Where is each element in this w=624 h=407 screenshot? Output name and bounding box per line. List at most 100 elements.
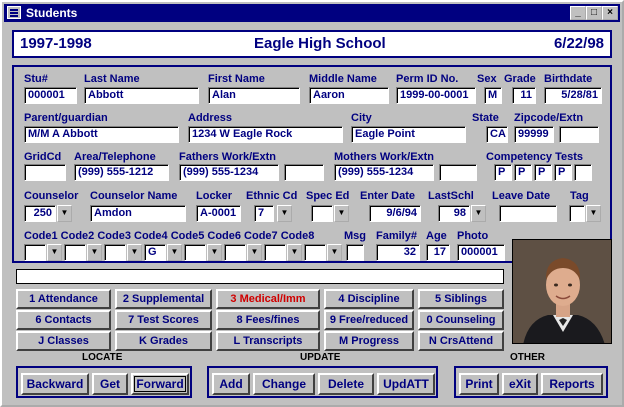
tab-crsattend[interactable]: N CrsAttend — [418, 331, 504, 351]
city-field[interactable]: Eagle Point — [351, 126, 466, 143]
birthdate-field[interactable]: 5/28/81 — [544, 87, 602, 104]
counselor-dropdown[interactable]: ▼ — [57, 205, 72, 222]
code7-field[interactable] — [264, 244, 286, 261]
spec-ed-dropdown[interactable]: ▼ — [334, 205, 349, 222]
get-button[interactable]: Get — [92, 373, 128, 395]
tag-label: Tag — [570, 190, 589, 202]
perm-id-label: Perm ID No. — [396, 73, 459, 85]
competency-test-5[interactable] — [574, 164, 592, 181]
code3-field[interactable] — [104, 244, 126, 261]
tab-grades[interactable]: K Grades — [115, 331, 212, 351]
code1-dropdown[interactable]: ▼ — [47, 244, 62, 261]
stu-num-field[interactable]: 000001 — [24, 87, 77, 104]
code5-dropdown[interactable]: ▼ — [207, 244, 222, 261]
spec-ed-field[interactable] — [311, 205, 333, 222]
zip-ext-field[interactable] — [559, 126, 599, 143]
delete-button[interactable]: Delete — [318, 373, 374, 395]
code2-field[interactable] — [64, 244, 86, 261]
forward-button[interactable]: Forward — [131, 373, 189, 395]
counselor-name-field[interactable]: Amdon — [90, 205, 186, 222]
zip-field[interactable]: 99999 — [514, 126, 554, 143]
address-field[interactable]: 1234 W Eagle Rock — [188, 126, 343, 143]
tab-attendance[interactable]: 1 Attendance — [16, 289, 111, 309]
competency-test-2[interactable]: P — [514, 164, 532, 181]
code6-dropdown[interactable]: ▼ — [247, 244, 262, 261]
tab-free-reduced[interactable]: 9 Free/reduced — [324, 310, 414, 330]
photo-id-field[interactable]: 000001 — [457, 244, 505, 261]
code6-field[interactable] — [224, 244, 246, 261]
mother-work-field[interactable]: (999) 555-1234 — [334, 164, 434, 181]
code3-dropdown[interactable]: ▼ — [127, 244, 142, 261]
tag-field[interactable] — [569, 205, 585, 222]
backward-button[interactable]: Backward — [21, 373, 89, 395]
tab-counseling[interactable]: 0 Counseling — [418, 310, 504, 330]
reports-button[interactable]: Reports — [541, 373, 603, 395]
age-label: Age — [426, 230, 447, 242]
competency-test-1[interactable]: P — [494, 164, 512, 181]
updatt-button[interactable]: UpdATT — [377, 373, 435, 395]
tab-transcripts[interactable]: L Transcripts — [216, 331, 320, 351]
exit-button[interactable]: eXit — [502, 373, 538, 395]
student-photo — [512, 239, 612, 344]
tab-supplemental[interactable]: 2 Supplemental — [115, 289, 212, 309]
lastschl-dropdown[interactable]: ▼ — [471, 205, 486, 222]
lastschl-field[interactable]: 98 — [438, 205, 470, 222]
middle-name-field[interactable]: Aaron — [309, 87, 389, 104]
change-button[interactable]: Change — [253, 373, 315, 395]
school-header: 1997-1998 Eagle High School 6/22/98 — [12, 30, 612, 58]
locate-group: Backward Get Forward — [16, 366, 192, 398]
father-ext-field[interactable] — [284, 164, 324, 181]
last-name-label: Last Name — [84, 73, 140, 85]
tab-contacts[interactable]: 6 Contacts — [16, 310, 111, 330]
grade-field[interactable]: 11 — [512, 87, 536, 104]
parent-label: Parent/guardian — [24, 112, 108, 124]
tab-fees[interactable]: 8 Fees/fines — [216, 310, 320, 330]
father-work-field[interactable]: (999) 555-1234 — [179, 164, 279, 181]
tag-dropdown[interactable]: ▼ — [586, 205, 601, 222]
code1-field[interactable] — [24, 244, 46, 261]
sex-field[interactable]: M — [484, 87, 502, 104]
tab-discipline[interactable]: 4 Discipline — [324, 289, 414, 309]
code8-field[interactable] — [304, 244, 326, 261]
gridcd-field[interactable] — [24, 164, 66, 181]
last-name-field[interactable]: Abbott — [84, 87, 199, 104]
mother-ext-field[interactable] — [439, 164, 477, 181]
state-field[interactable]: CA — [486, 126, 508, 143]
locker-field[interactable]: A-0001 — [196, 205, 241, 222]
area-tel-field[interactable]: (999) 555-1212 — [74, 164, 169, 181]
minimize-button[interactable]: _ — [570, 6, 586, 20]
tab-test-scores[interactable]: 7 Test Scores — [115, 310, 212, 330]
tab-siblings[interactable]: 5 Siblings — [418, 289, 504, 309]
code4-dropdown[interactable]: ▼ — [167, 244, 182, 261]
state-label: State — [472, 112, 499, 124]
code2-dropdown[interactable]: ▼ — [87, 244, 102, 261]
tab-progress[interactable]: M Progress — [324, 331, 414, 351]
photo-label: Photo — [457, 230, 489, 242]
code5-field[interactable] — [184, 244, 206, 261]
print-button[interactable]: Print — [459, 373, 499, 395]
other-group-label: OTHER — [510, 352, 545, 363]
family-field[interactable]: 32 — [376, 244, 420, 261]
ethnic-field[interactable]: 7 — [254, 205, 274, 222]
tab-medical[interactable]: 3 Medical/Imm — [216, 289, 320, 309]
code7-dropdown[interactable]: ▼ — [287, 244, 302, 261]
enter-date-field[interactable]: 9/6/94 — [369, 205, 421, 222]
tab-classes[interactable]: J Classes — [16, 331, 111, 351]
add-button[interactable]: Add — [212, 373, 250, 395]
code4-field[interactable]: G — [144, 244, 166, 261]
ethnic-dropdown[interactable]: ▼ — [277, 205, 292, 222]
msg-field[interactable] — [346, 244, 364, 261]
grade-label: Grade — [504, 73, 536, 85]
code8-dropdown[interactable]: ▼ — [327, 244, 342, 261]
close-button[interactable]: × — [602, 6, 618, 20]
perm-id-field[interactable]: 1999-00-0001 — [396, 87, 476, 104]
first-name-field[interactable]: Alan — [208, 87, 300, 104]
parent-field[interactable]: M/M A Abbott — [24, 126, 179, 143]
competency-test-3[interactable]: P — [534, 164, 552, 181]
age-field[interactable]: 17 — [426, 244, 450, 261]
counselor-field[interactable]: 250 — [24, 205, 56, 222]
competency-test-4[interactable]: P — [554, 164, 572, 181]
maximize-button[interactable]: □ — [586, 6, 602, 20]
update-group-label: UPDATE — [300, 352, 341, 363]
leave-date-field[interactable] — [499, 205, 557, 222]
